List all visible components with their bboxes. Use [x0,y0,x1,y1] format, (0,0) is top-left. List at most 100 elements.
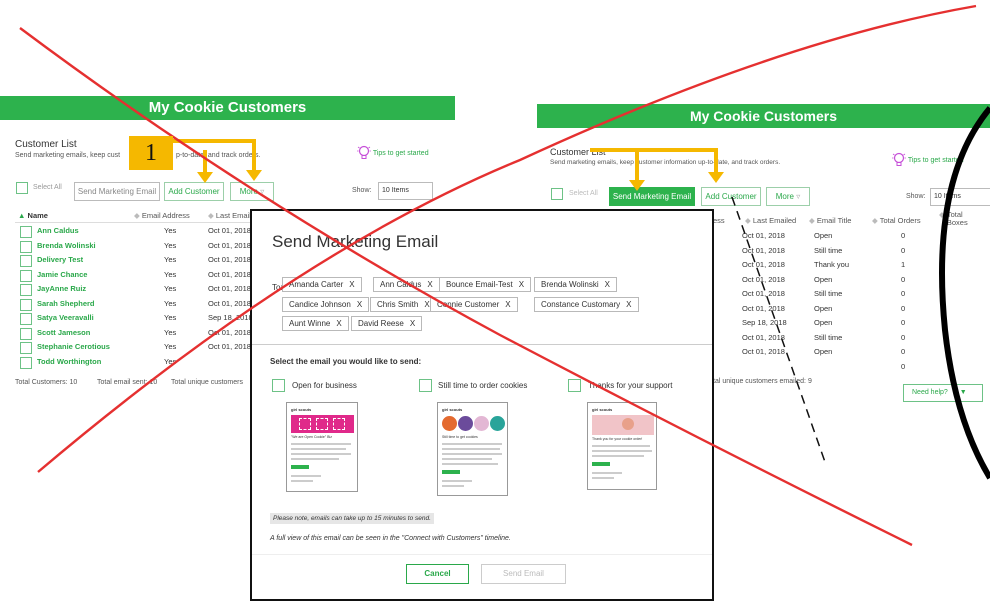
table-row: Brenda Wolinski Yes Oct 01, 2018 [18,240,258,254]
last-emailed-cell: Oct 01, 2018 [208,255,251,264]
remove-recipient-icon[interactable]: X [427,280,432,289]
row-checkbox[interactable] [20,298,32,311]
total-orders-cell: 0 [901,289,906,298]
right-select-all-checkbox[interactable] [551,188,563,200]
remove-recipient-icon[interactable]: X [519,280,524,289]
row-checkbox[interactable] [20,342,32,354]
customer-name-link[interactable]: JayAnne Ruiz [37,284,86,293]
customer-name-link[interactable]: Ann Caldus [37,226,79,235]
row-checkbox[interactable] [20,255,32,267]
sort-icon: ◆ [208,211,214,220]
table-row: Oct 01, 2018 Still time 0 [714,245,984,259]
last-emailed-cell: Oct 01, 2018 [742,289,785,298]
remove-recipient-icon[interactable]: X [505,300,510,309]
left-col-email[interactable]: ◆ Email Address [134,211,190,220]
remove-recipient-icon[interactable]: X [424,300,429,309]
remove-recipient-icon[interactable]: X [626,300,631,309]
customer-name-link[interactable]: Satya Veeravalli [37,313,94,322]
table-row: Oct 01, 2018 Open 0 [714,303,984,317]
customer-name-link[interactable]: Stephanie Cerotious [37,342,110,351]
sort-icon: ◆ [809,216,815,225]
remove-recipient-icon[interactable]: X [357,300,362,309]
customer-name-link[interactable]: Todd Worthington [37,357,101,366]
left-more-label: More [239,187,258,196]
right-col-orders-label: Total Orders [879,216,921,225]
option-open-checkbox[interactable] [272,379,285,392]
need-help-label: Need help? [912,389,948,396]
row-checkbox[interactable] [20,240,32,253]
customer-name-link[interactable]: Delivery Test [37,255,83,264]
left-subtitle-start: Send marketing emails, keep cust [15,152,121,159]
left-tips-link[interactable]: Tips to get started [357,145,429,161]
email-address-cell: Yes [164,356,177,366]
email-thumbnail-open[interactable]: girl scouts "We are Open Cookie" Biz [286,402,358,492]
left-col-email-label: Email Address [141,211,190,220]
cancel-button[interactable]: Cancel [406,564,469,584]
right-col-title[interactable]: ◆ Email Title [809,216,851,225]
left-tips-label: Tips to get started [372,149,429,157]
right-tips-link[interactable]: Tips to get started [892,152,964,168]
left-show-select[interactable]: 10 Items [378,182,433,200]
option-thanks-checkbox[interactable] [568,379,581,392]
customer-name-link[interactable]: Sarah Shepherd [37,299,95,308]
left-col-last-label: Last Email [215,211,251,220]
total-orders-cell: 0 [901,274,906,284]
right-col-boxes-label: Total Boxes [946,210,968,227]
total-orders-cell: 0 [901,231,906,240]
email-title-cell: Open [814,274,833,284]
right-col-last[interactable]: ◆ Last Emailed [745,216,796,225]
right-select-all-label: Select All [569,190,598,197]
customer-name-link[interactable]: Scott Jameson [37,328,90,337]
row-checkbox[interactable] [20,284,32,296]
right-col-orders[interactable]: ◆ Total Orders [872,216,921,225]
modal-divider [252,344,712,345]
row-checkbox[interactable] [20,356,32,369]
right-subtitle: Send marketing emails, keep customer inf… [550,159,781,166]
right-show-select[interactable]: 10 Items [930,188,990,206]
send-email-button[interactable]: Send Email [481,564,566,584]
arrow-head [708,172,724,183]
girl-scouts-logo: girl scouts [592,407,613,412]
select-email-prompt: Select the email you would like to send: [270,357,422,366]
customer-name-link[interactable]: Brenda Wolinski [37,241,96,250]
left-more-button[interactable]: More ▿ [230,182,274,201]
left-add-customer-button[interactable]: Add Customer [164,182,224,201]
sort-icon: ◆ [872,216,878,225]
row-checkbox[interactable] [20,313,32,325]
last-emailed-cell: Sep 18, 2018 [742,318,787,327]
last-emailed-cell: Oct 01, 2018 [742,274,785,284]
remove-recipient-icon[interactable]: X [410,319,415,328]
left-send-marketing-button[interactable]: Send Marketing Email [74,182,160,201]
thumb-hero-open [291,415,354,433]
right-tips-label: Tips to get started [907,156,964,164]
left-col-name[interactable]: ▲ Name [18,211,48,220]
recipient-name: Connie Customer [437,300,500,309]
customer-name-link[interactable]: Jamie Chance [37,270,87,279]
email-title-cell: Open [814,347,833,356]
table-row: Stephanie Cerotious Yes Oct 01, 2018 [18,341,258,355]
left-select-all-checkbox[interactable] [16,182,28,194]
remove-recipient-icon[interactable]: X [349,280,354,289]
email-thumbnail-still-time[interactable]: girl scouts Still time to get cookies [437,402,508,496]
right-add-customer-button[interactable]: Add Customer [701,187,761,206]
right-send-marketing-button[interactable]: Send Marketing Email [609,187,695,206]
right-show-label: Show: [906,193,926,200]
need-help-button[interactable]: Need help? ▼ [903,384,983,402]
last-emailed-cell: Oct 01, 2018 [208,342,251,351]
table-row: Satya Veeravalli Yes Sep 18, 2018 [18,312,258,326]
remove-recipient-icon[interactable]: X [605,280,610,289]
right-col-boxes[interactable]: ◆ Total Boxes [939,210,968,227]
right-more-button[interactable]: More ▿ [766,187,810,206]
option-still-time-checkbox[interactable] [419,379,432,392]
remove-recipient-icon[interactable]: X [336,319,341,328]
recipient-name: Brenda Wolinski [541,280,599,289]
left-banner: My Cookie Customers [0,96,455,120]
left-col-last[interactable]: ◆ Last Email [208,211,251,220]
email-title-cell: Still time [814,289,843,298]
row-checkbox[interactable] [20,226,32,238]
recipient-name: Candice Johnson [289,300,351,309]
email-address-cell: Yes [164,313,177,322]
row-checkbox[interactable] [20,269,32,282]
row-checkbox[interactable] [20,327,32,340]
email-thumbnail-thanks[interactable]: girl scouts Thank you for your cookie or… [587,402,657,490]
